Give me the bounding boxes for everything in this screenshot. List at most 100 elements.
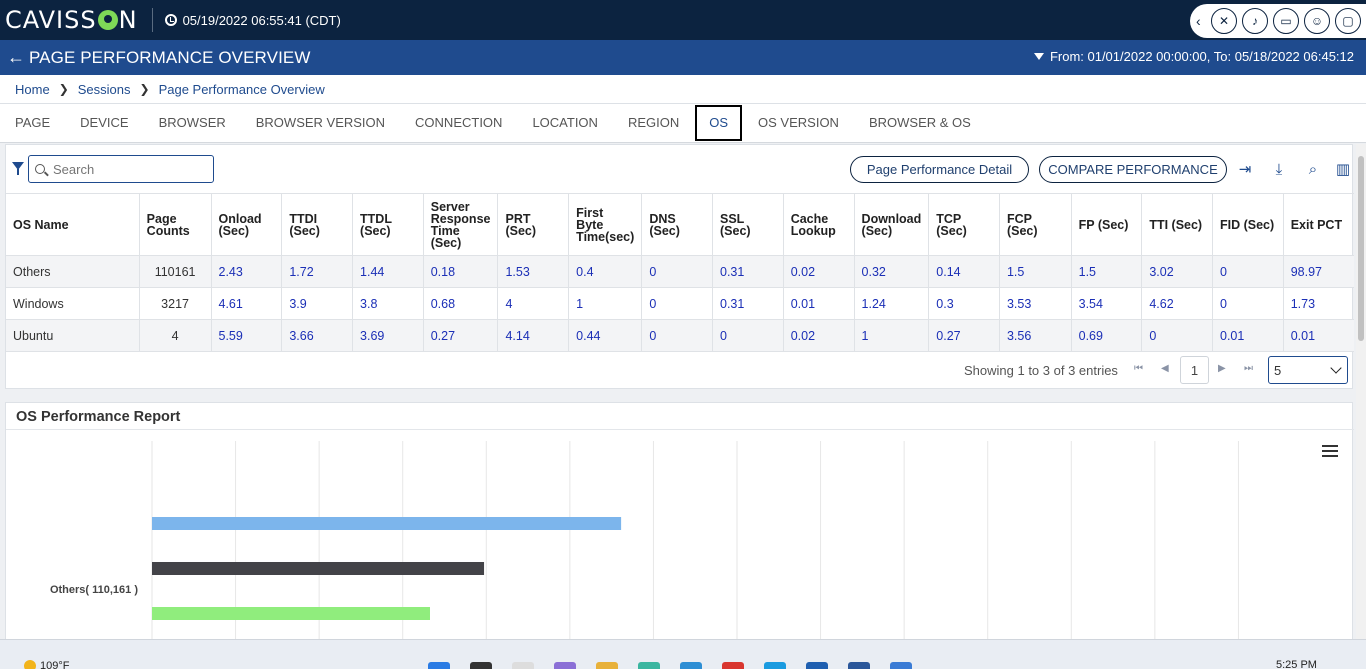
tab-connection[interactable]: CONNECTION: [400, 105, 517, 141]
metric-cell[interactable]: 0: [1141, 319, 1213, 352]
search-icon[interactable]: [470, 662, 492, 669]
breadcrumb-sessions[interactable]: Sessions: [78, 82, 131, 97]
cavisson-logo[interactable]: CAVISS N: [5, 6, 138, 34]
metric-cell[interactable]: 1.72: [281, 255, 354, 288]
laptop-icon[interactable]: ▭: [1273, 8, 1299, 34]
metric-cell[interactable]: 0.18: [423, 255, 499, 288]
chrome-icon[interactable]: [890, 662, 912, 669]
last-page-icon[interactable]: ⏭: [1244, 363, 1253, 374]
date-range-filter[interactable]: From: 01/01/2022 00:00:00, To: 05/18/202…: [1033, 49, 1354, 64]
column-header[interactable]: OS Name: [6, 193, 140, 256]
metric-cell[interactable]: 3.69: [352, 319, 424, 352]
metric-cell[interactable]: 1.5: [999, 255, 1072, 288]
scrollbar-thumb[interactable]: [1358, 156, 1364, 341]
table-row[interactable]: Ubuntu 4 5.59 3.66 3.69 0.27 4.14 0.44 0 0 0.02 1 0.…: [6, 319, 1354, 352]
tab-region[interactable]: REGION: [613, 105, 694, 141]
metric-cell[interactable]: 0.4: [568, 255, 643, 288]
tab-device[interactable]: DEVICE: [65, 105, 143, 141]
metric-cell[interactable]: 0.02: [783, 319, 855, 352]
metric-cell[interactable]: 3.66: [281, 319, 354, 352]
tab-browser-version[interactable]: BROWSER VERSION: [241, 105, 400, 141]
metric-cell[interactable]: 0.02: [783, 255, 855, 288]
metric-cell[interactable]: 3.53: [999, 287, 1072, 320]
metric-cell[interactable]: 0.31: [712, 287, 784, 320]
metric-cell[interactable]: 0: [1212, 255, 1284, 288]
column-header[interactable]: FCP (Sec): [999, 193, 1072, 256]
metric-cell[interactable]: 0: [712, 319, 784, 352]
tab-browser[interactable]: BROWSER: [144, 105, 241, 141]
tab-location[interactable]: LOCATION: [517, 105, 613, 141]
metric-cell[interactable]: 0.01: [783, 287, 855, 320]
tab-os[interactable]: OS: [695, 105, 743, 141]
metric-cell[interactable]: 0.01: [1283, 319, 1354, 352]
metric-cell[interactable]: 98.97: [1283, 255, 1354, 288]
metric-cell[interactable]: 1.73: [1283, 287, 1354, 320]
tab-os-version[interactable]: OS VERSION: [743, 105, 854, 141]
column-header[interactable]: Onload (Sec): [211, 193, 283, 256]
column-header[interactable]: Cache Lookup: [783, 193, 855, 256]
store-icon[interactable]: [680, 662, 702, 669]
skype-icon[interactable]: [764, 662, 786, 669]
metric-cell[interactable]: 1.53: [497, 255, 570, 288]
column-header[interactable]: Server Response Time (Sec): [423, 193, 499, 256]
next-page-icon[interactable]: ▶: [1218, 363, 1226, 374]
chart-menu-icon[interactable]: [1322, 445, 1338, 457]
metric-cell[interactable]: 1: [568, 287, 643, 320]
bar-series-2[interactable]: [152, 607, 430, 620]
download-icon[interactable]: ⤓: [1270, 160, 1288, 178]
column-header[interactable]: PRT (Sec): [497, 193, 570, 256]
metric-cell[interactable]: 0: [1212, 287, 1284, 320]
metric-cell[interactable]: 3.56: [999, 319, 1072, 352]
weather-widget[interactable]: 109°F: [24, 660, 69, 669]
tools-icon[interactable]: ✕: [1211, 8, 1237, 34]
table-row[interactable]: Windows 3217 4.61 3.9 3.8 0.68 4 1 0 0.31 0.01 1.24…: [6, 287, 1354, 320]
page-performance-detail-button[interactable]: Page Performance Detail: [850, 156, 1029, 183]
page-scrollbar[interactable]: [1356, 144, 1366, 639]
bar-series-1[interactable]: [152, 562, 485, 575]
metric-cell[interactable]: 0.44: [568, 319, 643, 352]
prev-page-icon[interactable]: ◀: [1161, 363, 1169, 374]
columns-icon[interactable]: ▥: [1334, 160, 1352, 178]
metric-cell[interactable]: 0.14: [928, 255, 1000, 288]
compare-performance-button[interactable]: COMPARE PERFORMANCE: [1039, 156, 1227, 183]
metric-cell[interactable]: 3.9: [281, 287, 354, 320]
metric-cell[interactable]: 4.14: [497, 319, 570, 352]
metric-cell[interactable]: 0.01: [1212, 319, 1284, 352]
file-icon[interactable]: [512, 662, 534, 669]
edge-icon[interactable]: [638, 662, 660, 669]
metric-cell[interactable]: 0.69: [1071, 319, 1143, 352]
metric-cell[interactable]: 0.27: [423, 319, 499, 352]
column-header[interactable]: TTDL (Sec): [352, 193, 424, 256]
metric-cell[interactable]: 1: [854, 319, 930, 352]
metric-cell[interactable]: 1.5: [1071, 255, 1143, 288]
metric-cell[interactable]: 4: [497, 287, 570, 320]
breadcrumb-current[interactable]: Page Performance Overview: [159, 82, 325, 97]
column-header[interactable]: TTI (Sec): [1141, 193, 1213, 256]
metric-cell[interactable]: 1.44: [352, 255, 424, 288]
tab-page[interactable]: PAGE: [0, 105, 65, 141]
find-icon[interactable]: ⌕: [1304, 160, 1322, 178]
metric-cell[interactable]: 1.24: [854, 287, 930, 320]
metric-cell[interactable]: 3.8: [352, 287, 424, 320]
office-icon[interactable]: [722, 662, 744, 669]
metric-cell[interactable]: 5.59: [211, 319, 283, 352]
search-input[interactable]: [53, 161, 203, 177]
metric-cell[interactable]: 0.3: [928, 287, 1000, 320]
breadcrumb-home[interactable]: Home: [15, 82, 50, 97]
export-icon[interactable]: ⇥: [1236, 160, 1254, 178]
tab-browser-os[interactable]: BROWSER & OS: [854, 105, 986, 141]
chevron-left-icon[interactable]: ‹: [1196, 13, 1206, 29]
column-header[interactable]: FP (Sec): [1071, 193, 1143, 256]
metric-cell[interactable]: 4.61: [211, 287, 283, 320]
metric-cell[interactable]: 0: [641, 255, 713, 288]
column-header[interactable]: Download (Sec): [854, 193, 930, 256]
metric-cell[interactable]: 0: [641, 287, 713, 320]
back-arrow-icon[interactable]: ←: [7, 47, 25, 68]
filter-icon[interactable]: [12, 162, 24, 175]
browser-icon[interactable]: [806, 662, 828, 669]
metric-cell[interactable]: 0.27: [928, 319, 1000, 352]
chat-icon[interactable]: [554, 662, 576, 669]
metric-cell[interactable]: 2.43: [211, 255, 283, 288]
windows-start-icon[interactable]: [428, 662, 450, 669]
bell-icon[interactable]: ♪: [1242, 8, 1268, 34]
